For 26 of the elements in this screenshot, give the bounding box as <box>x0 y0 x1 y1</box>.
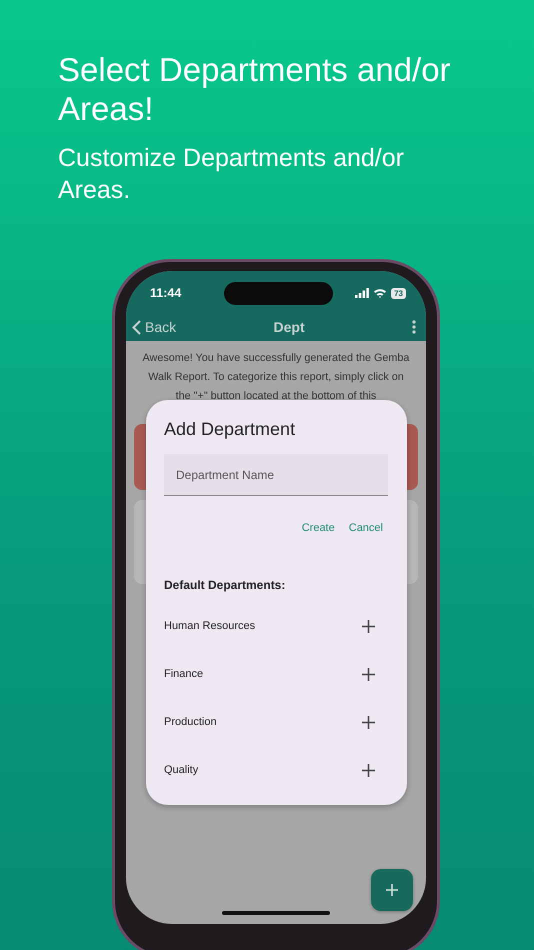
add-icon[interactable] <box>362 668 375 680</box>
department-name: Production <box>164 716 217 728</box>
department-name-field[interactable]: Department Name <box>164 454 388 496</box>
add-icon[interactable] <box>362 620 375 632</box>
more-icon[interactable] <box>412 320 416 334</box>
add-icon[interactable] <box>362 716 375 728</box>
department-name: Human Resources <box>164 620 256 632</box>
add-icon[interactable] <box>362 764 375 776</box>
plus-icon <box>385 883 399 897</box>
department-name: Finance <box>164 668 204 680</box>
department-name: Quality <box>164 764 198 776</box>
headline: Select Departments and/or Areas! <box>58 50 452 128</box>
add-button[interactable] <box>371 869 413 911</box>
dialog-action-button[interactable]: Create <box>298 520 339 536</box>
dialog-title: Add Department <box>164 419 296 440</box>
wifi-icon <box>373 288 388 298</box>
chevron-left-icon <box>132 320 141 334</box>
signal-icon <box>355 288 370 298</box>
dialog-action-button[interactable]: Cancel <box>344 520 387 536</box>
status-time: 11:44 <box>150 286 182 300</box>
intro-text: Awesome! You have successfully generated the Gemba Walk Report. To categorize this report, simply click on the "+" button located at the bottom of this <box>142 351 410 404</box>
section-heading: Default Departments: <box>164 578 286 592</box>
back-button[interactable]: Back <box>132 319 176 335</box>
subheadline: Customize Departments and/or Areas. <box>58 143 405 206</box>
battery-level: 73 <box>391 288 406 298</box>
screen-title: Dept <box>274 319 305 335</box>
